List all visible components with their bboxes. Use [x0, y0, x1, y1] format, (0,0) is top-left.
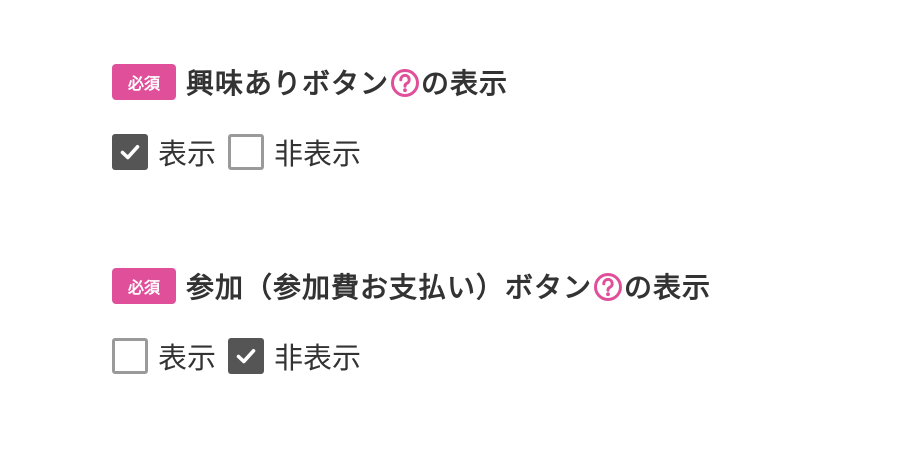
checkmark-icon [236, 349, 256, 364]
field-join-button-display: 必須 参加（参加費お支払い）ボタン の表示 表示 非表示 [112, 268, 711, 377]
field-header: 必須 興味ありボタン の表示 [112, 64, 508, 100]
field-header: 必須 参加（参加費お支払い）ボタン の表示 [112, 268, 711, 304]
field-title-suffix: の表示 [624, 271, 712, 304]
field-title: 参加（参加費お支払い）ボタン の表示 [186, 266, 711, 306]
option-hide[interactable]: 非表示 [228, 131, 361, 173]
field-title-suffix: の表示 [421, 67, 509, 100]
option-label: 非表示 [274, 137, 362, 171]
question-circle-icon[interactable] [593, 272, 623, 302]
option-label: 表示 [158, 341, 217, 375]
option-label: 表示 [158, 137, 217, 171]
option-group: 表示 非表示 [112, 335, 711, 377]
required-badge: 必須 [112, 64, 176, 100]
question-circle-icon[interactable] [390, 68, 420, 98]
option-group: 表示 非表示 [112, 131, 508, 173]
checkbox[interactable] [112, 338, 148, 374]
field-title-text: 参加（参加費お支払い）ボタン [186, 271, 593, 304]
checkmark-icon [120, 145, 140, 160]
field-title-text: 興味ありボタン [186, 67, 390, 100]
option-show[interactable]: 表示 [112, 335, 216, 377]
field-interest-button-display: 必須 興味ありボタン の表示 表示 非表示 [112, 64, 508, 173]
option-show[interactable]: 表示 [112, 131, 216, 173]
checkbox[interactable] [112, 134, 148, 170]
option-label: 非表示 [274, 341, 362, 375]
required-badge: 必須 [112, 268, 176, 304]
field-title: 興味ありボタン の表示 [186, 62, 508, 102]
checkbox[interactable] [228, 134, 265, 170]
option-hide[interactable]: 非表示 [228, 335, 361, 377]
checkbox[interactable] [228, 338, 265, 374]
